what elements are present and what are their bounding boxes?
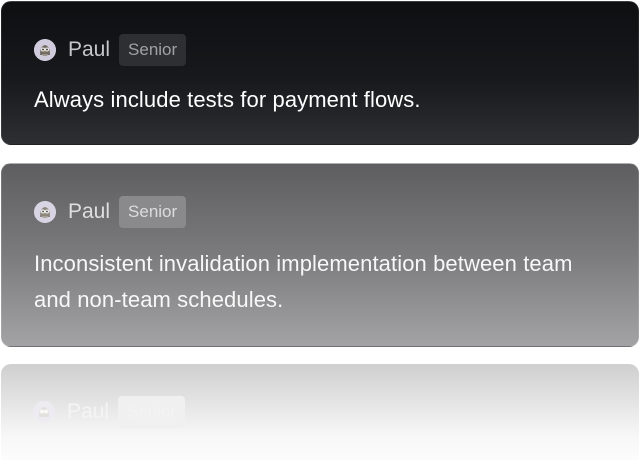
comment-author-row: Paul Senior (33, 396, 607, 428)
author-name: Paul (67, 400, 110, 423)
owl-avatar-icon (34, 201, 56, 223)
comment-card[interactable]: Paul Senior Always include tests for pay… (1, 1, 639, 145)
comment-author-row: Paul Senior (34, 34, 606, 66)
comment-feed: Paul Senior Always include tests for pay… (0, 0, 640, 460)
role-badge: Senior (119, 196, 187, 228)
comment-author-row: Paul Senior (34, 196, 606, 228)
role-badge: Senior (119, 34, 187, 66)
comment-card[interactable]: Paul Senior (1, 364, 639, 460)
comment-card[interactable]: Paul Senior Inconsistent invalidation im… (1, 163, 639, 347)
comment-text: Always include tests for payment flows. (34, 87, 421, 112)
role-badge: Senior (118, 396, 186, 428)
owl-avatar-icon (34, 39, 56, 61)
author-name: Paul (68, 200, 111, 223)
owl-avatar-icon (33, 401, 55, 423)
author-name: Paul (68, 38, 111, 61)
comment-text: Inconsistent invalidation implementation… (34, 251, 573, 312)
